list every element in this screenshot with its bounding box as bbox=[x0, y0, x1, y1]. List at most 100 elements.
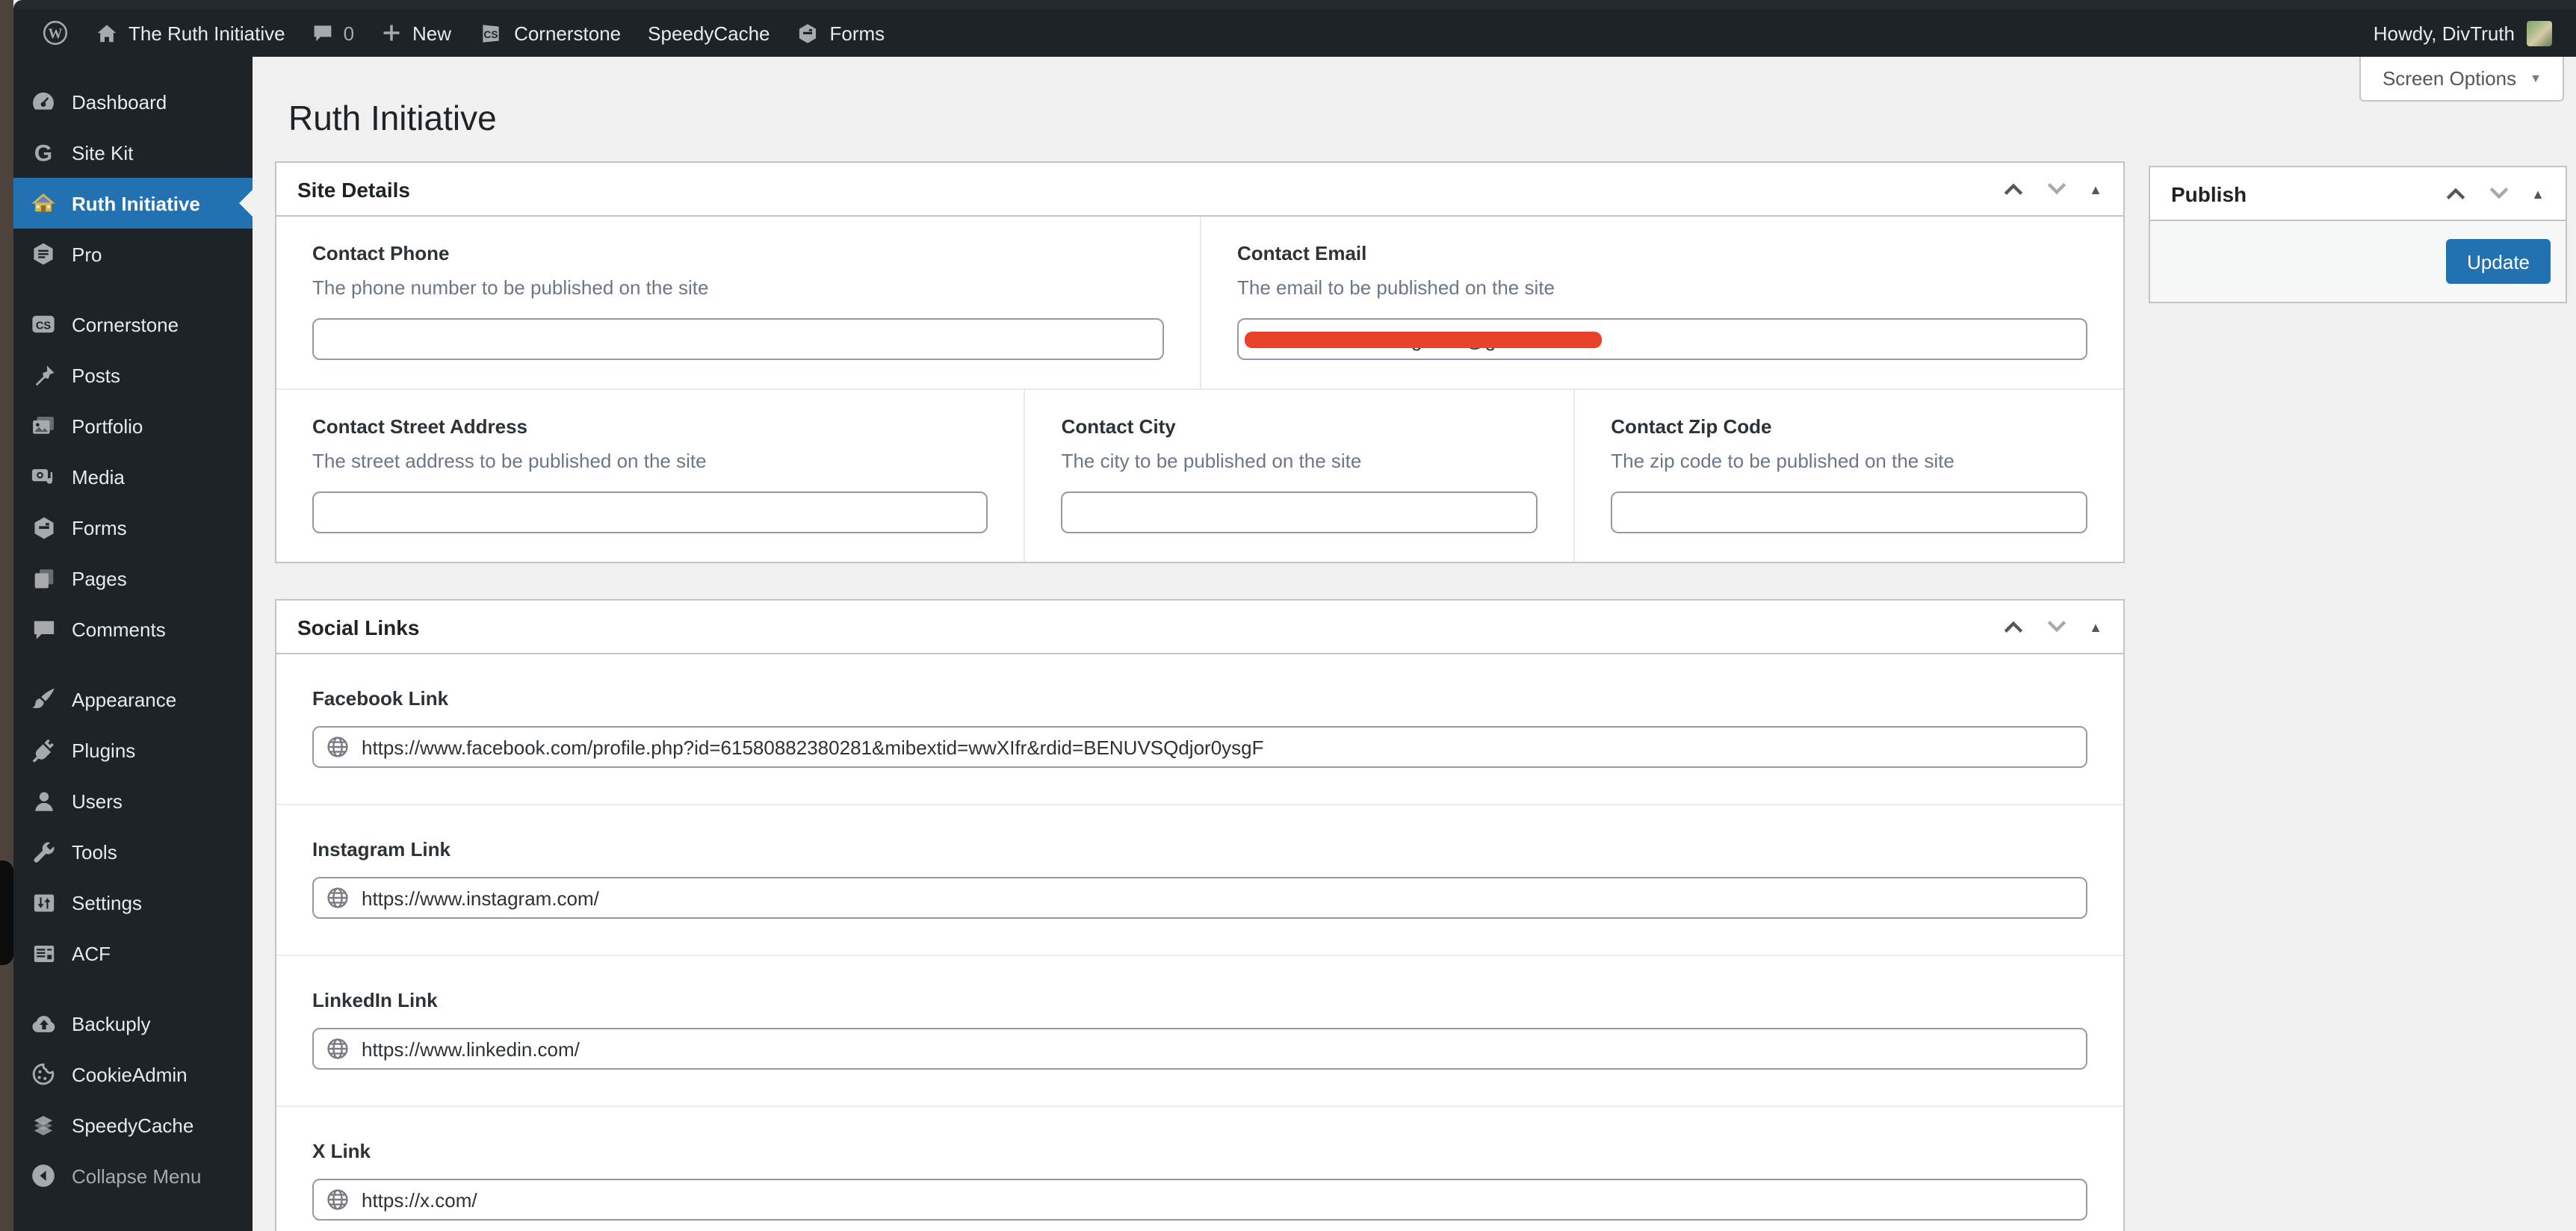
sidebar-item-cookieadmin[interactable]: CookieAdmin bbox=[13, 1049, 253, 1100]
publish-column: Publish ▲ Update bbox=[2149, 166, 2567, 303]
sidebar-item-appearance[interactable]: Appearance bbox=[13, 674, 253, 725]
social-links-header[interactable]: Social Links ▲ bbox=[276, 601, 2123, 654]
wordpress-logo-icon: W bbox=[42, 19, 69, 46]
admin-content: Screen Options ▼ Ruth Initiative Site De… bbox=[253, 57, 2576, 1231]
instagram-link-field: Instagram Link bbox=[276, 805, 2123, 956]
pages-icon bbox=[28, 563, 58, 593]
caret-down-icon: ▼ bbox=[2530, 72, 2542, 85]
desktop-edge-shape bbox=[0, 861, 13, 965]
contact-zip-input[interactable] bbox=[1611, 492, 2087, 533]
sidebar-item-label: SpeedyCache bbox=[72, 1114, 193, 1136]
admin-bar-speedycache[interactable]: SpeedyCache bbox=[634, 9, 783, 57]
collapse-toggle-icon[interactable]: ▲ bbox=[2089, 182, 2102, 196]
move-up-button[interactable] bbox=[2002, 617, 2025, 636]
plus-icon bbox=[381, 22, 402, 43]
sidebar-item-label: Dashboard bbox=[72, 90, 167, 113]
update-button[interactable]: Update bbox=[2446, 239, 2551, 284]
admin-bar-site-name[interactable]: The Ruth Initiative bbox=[82, 9, 299, 57]
sidebar-item-pro[interactable]: Pro bbox=[13, 229, 253, 279]
sidebar-item-label: Appearance bbox=[72, 688, 176, 710]
page-title: Ruth Initiative bbox=[288, 99, 497, 139]
publish-box: Publish ▲ Update bbox=[2149, 166, 2567, 303]
sidebar-item-cornerstone[interactable]: CS Cornerstone bbox=[13, 299, 253, 350]
comments-bubble-icon bbox=[312, 22, 333, 43]
instagram-link-input[interactable] bbox=[312, 877, 2087, 919]
sidebar-item-tools[interactable]: Tools bbox=[13, 826, 253, 877]
sidebar-item-portfolio[interactable]: Portfolio bbox=[13, 400, 253, 451]
sidebar-item-label: Comments bbox=[72, 618, 166, 640]
contact-zip-field: Contact Zip Code The zip code to be publ… bbox=[1573, 390, 2123, 562]
screen-options-button[interactable]: Screen Options ▼ bbox=[2360, 57, 2564, 102]
sidebar-item-site-kit[interactable]: G Site Kit bbox=[13, 127, 253, 178]
sidebar-item-settings[interactable]: Settings bbox=[13, 877, 253, 928]
howdy-label[interactable]: Howdy, DivTruth bbox=[2374, 22, 2515, 44]
publish-header[interactable]: Publish ▲ bbox=[2150, 167, 2566, 221]
avatar[interactable] bbox=[2527, 20, 2552, 46]
contact-city-input[interactable] bbox=[1062, 492, 1538, 533]
contact-phone-input[interactable] bbox=[312, 318, 1164, 360]
field-description: The street address to be published on th… bbox=[312, 450, 988, 472]
admin-bar-forms[interactable]: Forms bbox=[784, 9, 899, 57]
move-up-button[interactable] bbox=[2445, 184, 2467, 203]
sidebar-separator bbox=[13, 279, 253, 299]
site-details-header[interactable]: Site Details ▲ bbox=[276, 163, 2123, 217]
field-description: The zip code to be published on the site bbox=[1611, 450, 2087, 472]
redaction-annotation bbox=[1245, 332, 1602, 348]
site-details-title: Site Details bbox=[297, 177, 410, 201]
sidebar-item-plugins[interactable]: Plugins bbox=[13, 725, 253, 775]
sidebar-item-users[interactable]: Users bbox=[13, 775, 253, 826]
speedycache-label: SpeedyCache bbox=[648, 22, 770, 44]
linkedin-link-input[interactable] bbox=[312, 1028, 2087, 1070]
sidebar-item-backuply[interactable]: Backuply bbox=[13, 998, 253, 1049]
move-down-button[interactable] bbox=[2046, 617, 2068, 636]
globe-icon bbox=[326, 886, 350, 910]
move-down-button[interactable] bbox=[2046, 179, 2068, 199]
svg-text:CS: CS bbox=[483, 28, 498, 40]
collapse-toggle-icon[interactable]: ▲ bbox=[2531, 186, 2545, 201]
x-link-input[interactable] bbox=[312, 1179, 2087, 1221]
ruth-initiative-house-icon bbox=[28, 188, 58, 218]
site-details-row-1: Contact Phone The phone number to be pub… bbox=[276, 217, 2123, 390]
site-details-row-2: Contact Street Address The street addres… bbox=[276, 390, 2123, 562]
comments-count: 0 bbox=[344, 22, 354, 44]
sidebar-item-ruth-initiative[interactable]: Ruth Initiative bbox=[13, 178, 253, 229]
backuply-cloud-icon bbox=[28, 1008, 58, 1038]
contact-street-field: Contact Street Address The street addres… bbox=[276, 390, 1024, 562]
admin-bar-cornerstone[interactable]: CS Cornerstone bbox=[465, 9, 634, 57]
facebook-link-field: Facebook Link bbox=[276, 654, 2123, 805]
sidebar-item-dashboard[interactable]: Dashboard bbox=[13, 76, 253, 127]
admin-bar-new[interactable]: New bbox=[368, 9, 465, 57]
home-icon bbox=[96, 22, 118, 44]
sidebar-item-comments[interactable]: Comments bbox=[13, 604, 253, 654]
globe-icon bbox=[326, 735, 350, 759]
field-label: Contact Phone bbox=[312, 242, 1164, 264]
new-label: New bbox=[412, 22, 451, 44]
sidebar-item-posts[interactable]: Posts bbox=[13, 350, 253, 400]
svg-text:CS: CS bbox=[36, 320, 52, 332]
sidebar-item-media[interactable]: Media bbox=[13, 451, 253, 502]
wp-logo-menu[interactable]: W bbox=[28, 9, 82, 57]
sidebar-item-forms[interactable]: Forms bbox=[13, 502, 253, 553]
pushpin-icon bbox=[28, 360, 58, 390]
sidebar-item-pages[interactable]: Pages bbox=[13, 553, 253, 604]
site-kit-icon: G bbox=[28, 137, 58, 167]
move-down-button[interactable] bbox=[2488, 184, 2510, 203]
window-top-band bbox=[13, 0, 2576, 9]
facebook-link-input[interactable] bbox=[312, 726, 2087, 768]
sidebar-item-acf[interactable]: ACF bbox=[13, 928, 253, 979]
sidebar-collapse-menu[interactable]: Collapse Menu bbox=[13, 1150, 253, 1201]
forms-label: Forms bbox=[830, 22, 885, 44]
collapse-toggle-icon[interactable]: ▲ bbox=[2089, 619, 2102, 634]
contact-street-input[interactable] bbox=[312, 492, 988, 533]
move-up-button[interactable] bbox=[2002, 179, 2025, 199]
sidebar-item-label: Portfolio bbox=[72, 415, 143, 437]
sidebar-item-speedycache[interactable]: SpeedyCache bbox=[13, 1100, 253, 1150]
desktop-edge bbox=[0, 0, 13, 1231]
admin-bar: W The Ruth Initiative 0 New CS Corners bbox=[13, 9, 2576, 57]
cookie-icon bbox=[28, 1059, 58, 1089]
gravity-forms-icon bbox=[797, 22, 820, 44]
cornerstone-icon: CS bbox=[28, 309, 58, 339]
user-icon bbox=[28, 786, 58, 816]
admin-bar-comments[interactable]: 0 bbox=[299, 9, 368, 57]
field-label: Instagram Link bbox=[312, 838, 2087, 861]
